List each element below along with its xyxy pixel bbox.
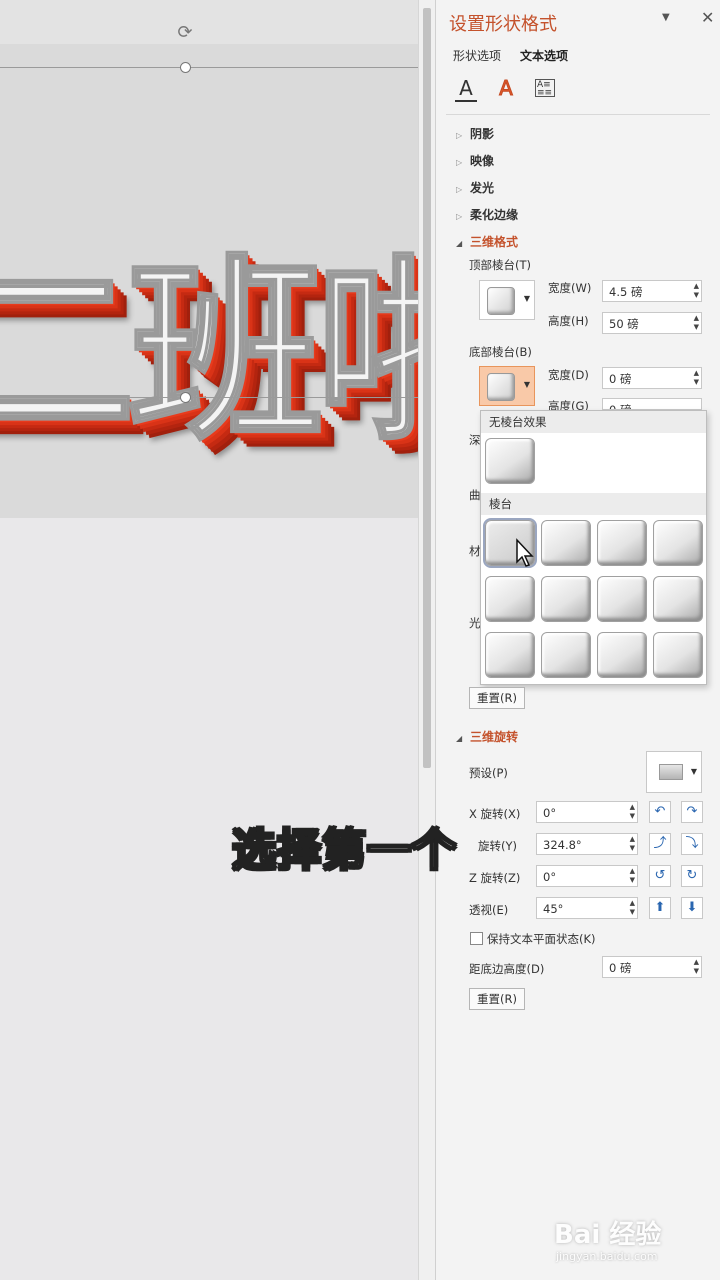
dropdown-arrow-icon: ▼: [523, 380, 530, 389]
top-height-label: 高度(H): [548, 314, 589, 328]
x-rotation-label: X 旋转(X): [469, 807, 521, 821]
spin-arrows-icon[interactable]: ▲ ▼: [694, 282, 699, 300]
selection-top-border: [0, 67, 418, 68]
bottom-width-input[interactable]: 0 磅 ▲ ▼: [602, 367, 702, 389]
pane-divider: [446, 114, 710, 115]
dropdown-arrow-icon: ▼: [523, 294, 530, 303]
section-3d-rotation[interactable]: ◢ 三维旋转: [456, 728, 518, 745]
tab-text-options[interactable]: 文本选项: [520, 47, 568, 64]
top-height-input[interactable]: 50 磅 ▲ ▼: [602, 312, 702, 334]
dropdown-arrow-icon: ▼: [690, 767, 697, 776]
distance-label: 距底边高度(D): [469, 962, 545, 976]
video-caption: 选择第一个: [231, 824, 457, 877]
slide-top-strip: [0, 0, 418, 44]
gallery-header-bevel: 棱台: [481, 493, 706, 515]
bevel-preview-icon: [487, 373, 515, 401]
top-bevel-label: 顶部棱台(T): [469, 258, 531, 272]
resize-handle-bottom[interactable]: [180, 392, 191, 403]
bevel-tile-relaxed-inset[interactable]: [541, 520, 591, 566]
bevel-tile-slope[interactable]: [653, 576, 703, 622]
section-reflection[interactable]: ▷ 映像: [456, 152, 494, 169]
spin-arrows-icon[interactable]: ▲ ▼: [694, 314, 699, 332]
canvas-scroll-thumb[interactable]: [423, 8, 431, 768]
bevel-tile-riblet[interactable]: [541, 632, 591, 678]
bottom-width-label: 宽度(D): [548, 368, 589, 382]
rotate-right-icon[interactable]: ↷: [681, 801, 703, 823]
top-width-input[interactable]: 4.5 磅 ▲ ▼: [602, 280, 702, 302]
spin-arrows-icon[interactable]: ▲ ▼: [630, 867, 635, 885]
lighting-label: 光: [469, 616, 481, 630]
bevel-preview-icon: [487, 287, 515, 315]
text-effects-icon[interactable]: A: [493, 76, 519, 102]
bottom-bevel-label: 底部棱台(B): [469, 345, 532, 359]
top-width-label: 宽度(W): [548, 281, 592, 295]
spin-arrows-icon[interactable]: ▲ ▼: [630, 835, 635, 853]
z-rotation-label: Z 旋转(Z): [469, 871, 521, 885]
perspective-input[interactable]: 45° ▲ ▼: [536, 897, 638, 919]
perspective-increase-icon[interactable]: ⬆: [649, 897, 671, 919]
contour-label: 曲: [469, 488, 481, 502]
rotate-ccw-icon[interactable]: ↺: [649, 865, 671, 887]
pane-options-chevron-icon[interactable]: ▼: [662, 12, 670, 23]
bevel-tile-none[interactable]: [485, 438, 535, 484]
bottom-height-input[interactable]: 0 磅: [602, 398, 702, 410]
spin-arrows-icon[interactable]: ▲ ▼: [694, 958, 699, 976]
wordart-text[interactable]: 二班啦: [0, 194, 418, 477]
bevel-tile-divot[interactable]: [485, 632, 535, 678]
selection-bottom-border: [0, 397, 418, 398]
bevel-tile-cool-slant[interactable]: [653, 520, 703, 566]
material-label: 材: [469, 544, 481, 558]
baidu-watermark-url: jingyan.baidu.com: [556, 1250, 658, 1263]
rotation-preset-button[interactable]: ▼: [646, 751, 702, 793]
bevel-tile-convex[interactable]: [597, 576, 647, 622]
perspective-label: 透视(E): [469, 903, 509, 917]
close-icon[interactable]: ✕: [701, 8, 714, 27]
depth-label: 深: [469, 433, 481, 447]
mouse-cursor-icon: [516, 538, 534, 567]
resize-handle-top[interactable]: [180, 62, 191, 73]
slide-canvas[interactable]: 二班啦 ⟳: [0, 0, 418, 1280]
rotate-up-icon[interactable]: ⤴: [649, 833, 671, 855]
preset-shape-icon: [659, 764, 683, 780]
gallery-header-no-bevel: 无棱台效果: [481, 411, 706, 433]
spin-arrows-icon[interactable]: ▲ ▼: [630, 803, 635, 821]
y-rotation-label: 旋转(Y): [478, 839, 517, 853]
canvas-scrollbar[interactable]: [418, 0, 435, 1280]
rotate-cw-icon[interactable]: ↻: [681, 865, 703, 887]
rotate-down-icon[interactable]: ⤵: [681, 833, 703, 855]
top-bevel-button[interactable]: ▼: [479, 280, 535, 320]
reset-3d-format-button[interactable]: 重置(R): [469, 687, 525, 709]
preset-label: 预设(P): [469, 766, 508, 780]
bevel-tile-art-deco[interactable]: [653, 632, 703, 678]
baidu-watermark: Bai 经验: [554, 1220, 662, 1250]
reset-3d-rotation-button[interactable]: 重置(R): [469, 988, 525, 1010]
rotate-handle-icon[interactable]: ⟳: [176, 24, 194, 42]
y-rotation-input[interactable]: 324.8° ▲ ▼: [536, 833, 638, 855]
bevel-tile-cross[interactable]: [597, 520, 647, 566]
perspective-decrease-icon[interactable]: ⬇: [681, 897, 703, 919]
text-fill-icon[interactable]: A: [453, 76, 479, 102]
tab-shape-options[interactable]: 形状选项: [453, 47, 501, 64]
distance-input[interactable]: 0 磅 ▲ ▼: [602, 956, 702, 978]
bevel-tile-hard-edge[interactable]: [597, 632, 647, 678]
bottom-bevel-button[interactable]: ▼: [479, 366, 535, 406]
z-rotation-input[interactable]: 0° ▲ ▼: [536, 865, 638, 887]
pane-title: 设置形状格式: [449, 14, 557, 35]
section-glow[interactable]: ▷ 发光: [456, 179, 494, 196]
section-soft-edges[interactable]: ▷ 柔化边缘: [456, 206, 518, 223]
slide[interactable]: 二班啦: [0, 44, 418, 518]
bevel-tile-angle[interactable]: [485, 576, 535, 622]
x-rotation-input[interactable]: 0° ▲ ▼: [536, 801, 638, 823]
textbox-icon[interactable]: A≡ ≡≡: [535, 79, 555, 98]
section-shadow[interactable]: ▷ 阴影: [456, 125, 494, 142]
bevel-tile-soft-round[interactable]: [541, 576, 591, 622]
spin-arrows-icon[interactable]: ▲ ▼: [630, 899, 635, 917]
keep-text-flat-label: 保持文本平面状态(K): [487, 932, 596, 946]
keep-text-flat-checkbox[interactable]: [470, 932, 483, 945]
section-3d-format[interactable]: ◢ 三维格式: [456, 233, 518, 250]
rotate-left-icon[interactable]: ↶: [649, 801, 671, 823]
spin-arrows-icon[interactable]: ▲ ▼: [694, 369, 699, 387]
